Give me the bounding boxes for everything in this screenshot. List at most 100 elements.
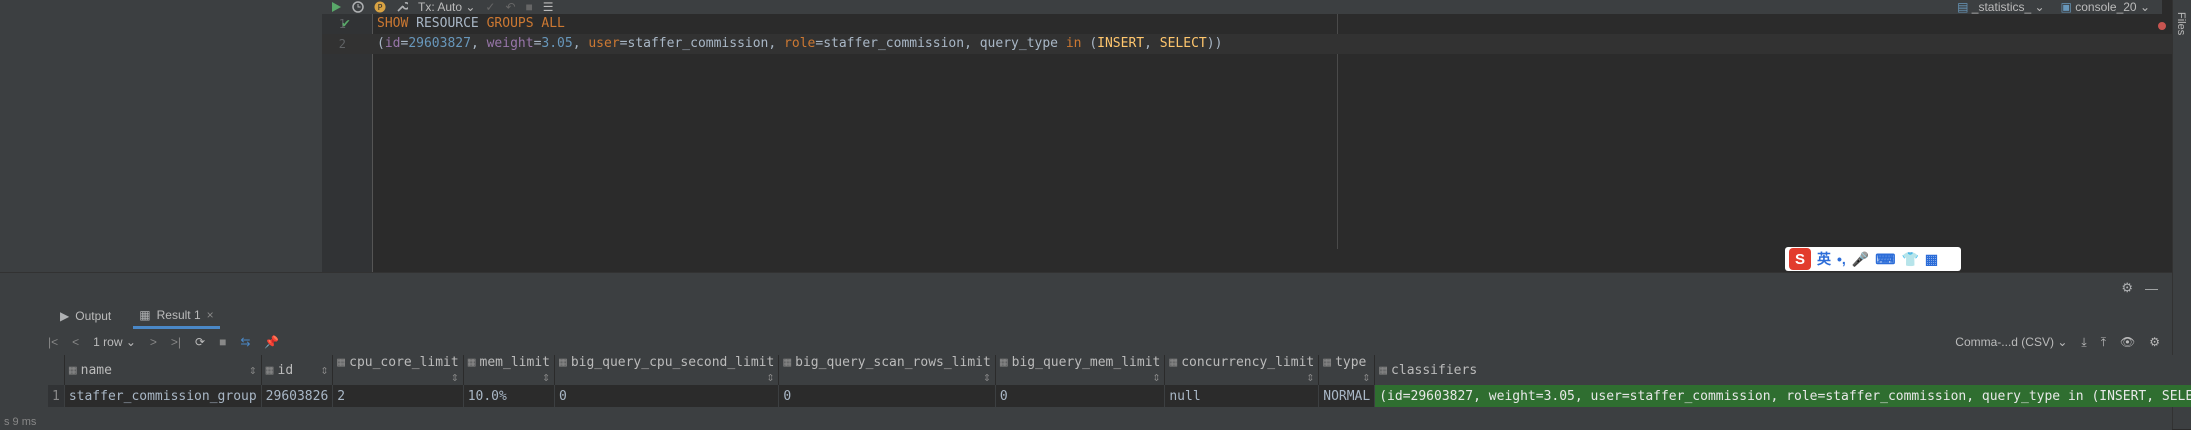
sql-editor[interactable]: 1 ✔ SHOW RESOURCE GROUPS ALL 2 (id=29603… [322, 14, 2172, 272]
eye-icon[interactable]: 👁 [2120, 335, 2135, 349]
column-header[interactable]: ▦ big_query_scan_rows_limit ⇕ [778, 355, 996, 385]
console-selector-label: console_20 [2075, 0, 2137, 14]
tx-mode-dropdown[interactable]: Tx: Auto ⌄ [418, 0, 475, 14]
punctuation-icon[interactable]: •, [1837, 251, 1846, 267]
services-panel-header: ⚙ — [0, 273, 2172, 303]
plan-button[interactable]: P [374, 1, 386, 13]
close-icon[interactable]: × [207, 308, 214, 322]
column-header[interactable]: ▦ big_query_mem_limit ⇕ [995, 355, 1166, 385]
services-panel: ⚙ — ▶ Output ▦ Result 1 × |< < 1 row ⌄ >… [0, 272, 2191, 430]
editor-toolbar: P Tx: Auto ⌄ ✓ ↶ ■ ☰ ▤ _statistics_ ⌄ ▣ … [322, 0, 2162, 14]
gear-icon[interactable]: ⚙ [2149, 335, 2160, 349]
first-page-icon[interactable]: |< [48, 335, 58, 349]
rollback-button[interactable]: ↶ [505, 0, 515, 14]
tx-mode-label: Tx: Auto [418, 0, 463, 14]
column-icon: ▦ [1323, 355, 1332, 370]
checkmark-icon: ✓ [485, 0, 496, 14]
stop-button[interactable]: ■ [526, 0, 533, 14]
tab-result-1-label: Result 1 [156, 307, 201, 322]
column-header[interactable]: ▦ classifiers [1374, 355, 2191, 385]
last-page-icon[interactable]: >| [171, 335, 181, 349]
column-icon: ▦ [1169, 355, 1178, 370]
export-format-selector[interactable]: Comma-...d (CSV) ⌄ [1955, 335, 2067, 349]
sort-icon: ⇕ [1306, 370, 1315, 385]
column-icon: ▦ [467, 355, 476, 370]
table-cell[interactable]: 2 [332, 385, 464, 407]
clock-icon [352, 1, 364, 13]
code-line-1[interactable]: 1 ✔ SHOW RESOURCE GROUPS ALL [322, 14, 2172, 34]
run-button[interactable] [330, 1, 342, 13]
column-icon: ▦ [265, 362, 274, 378]
table-cell[interactable]: 10.0% [463, 385, 555, 407]
refresh-icon[interactable]: ⟳ [195, 335, 205, 349]
stop-icon[interactable]: ■ [219, 335, 226, 349]
play-icon [332, 2, 341, 12]
wrench-icon [397, 2, 408, 12]
keyboard-icon[interactable]: ⌨ [1875, 251, 1895, 268]
column-header[interactable]: ▦ mem_limit ⇕ [463, 355, 555, 385]
p-badge-icon: P [374, 1, 386, 13]
table-layout-icon: ☰ [542, 0, 554, 14]
schema-selector-label: _statistics_ [1971, 0, 2032, 14]
next-page-icon[interactable]: > [150, 335, 157, 349]
upload-icon[interactable]: ⤒ [2101, 335, 2106, 350]
status-text: s 9 ms [4, 416, 37, 428]
code-line-2[interactable]: 2 (id=29603827, weight=3.05, user=staffe… [322, 34, 2172, 54]
table-cell[interactable]: 0 [995, 385, 1166, 407]
svg-text:P: P [378, 3, 383, 12]
sort-icon: ⇕ [248, 362, 257, 378]
tab-result-1[interactable]: ▦ Result 1 × [133, 303, 220, 329]
table-cell[interactable]: 0 [778, 385, 996, 407]
executed-check-icon: ✔ [342, 16, 350, 31]
rows-count-selector[interactable]: 1 row ⌄ [93, 335, 136, 349]
sort-icon: ⇕ [766, 370, 775, 385]
column-header[interactable]: ▦ type ⇕ [1318, 355, 1376, 385]
result-grid[interactable]: ▦ name ⇕ ▦ id ⇕ ▦ cpu_core_limit ⇕ ▦ mem_limit ⇕… [48, 355, 2191, 407]
column-header[interactable]: ▦ name ⇕ [64, 355, 262, 385]
download-icon[interactable]: ⤓ [2081, 335, 2086, 350]
table-cell[interactable]: null [1164, 385, 1320, 407]
gear-icon[interactable]: ⚙ [2121, 280, 2133, 296]
microphone-icon[interactable]: 🎤 [1852, 251, 1869, 268]
minimize-icon[interactable]: — [2145, 281, 2158, 296]
sort-icon: ⇕ [1152, 370, 1161, 385]
files-tool-tab[interactable]: Files [2175, 12, 2187, 35]
column-icon: ▦ [1379, 362, 1388, 378]
transaction-icon[interactable]: ⇆ [240, 335, 250, 349]
history-button[interactable] [352, 1, 364, 13]
column-icon: ▦ [558, 355, 567, 370]
table-cell[interactable]: NORMAL [1318, 385, 1376, 407]
previous-page-icon[interactable]: < [72, 335, 79, 349]
sogou-logo-icon[interactable]: S [1789, 248, 1811, 270]
schema-selector[interactable]: ▤ _statistics_ ⌄ [1957, 0, 2044, 14]
settings-wrench-button[interactable] [396, 1, 408, 13]
tab-output[interactable]: ▶ Output [54, 303, 117, 329]
table-cell[interactable]: 0 [554, 385, 780, 407]
grid-toolbar: |< < 1 row ⌄ > >| ⟳ ■ ⇆ 📌 Comma-...d (CS… [48, 331, 2172, 353]
chevron-down-icon: ⌄ [462, 0, 476, 14]
pin-icon[interactable]: 📌 [264, 335, 279, 349]
column-icon: ▦ [68, 362, 77, 378]
line-number: 2 [338, 37, 346, 51]
column-header[interactable]: ▦ big_query_cpu_second_limit ⇕ [554, 355, 780, 385]
ime-toolbar[interactable]: S 英 •, 🎤 ⌨ 👕 ▦ [1785, 247, 1961, 271]
column-header[interactable]: ▦ concurrency_limit ⇕ [1164, 355, 1320, 385]
tab-output-label: Output [75, 309, 112, 323]
console-selector[interactable]: ▣ console_20 ⌄ [2061, 0, 2150, 14]
layout-button[interactable]: ☰ [543, 0, 554, 14]
column-header[interactable]: ▦ cpu_core_limit ⇕ [332, 355, 464, 385]
skin-icon[interactable]: 👕 [1901, 251, 1918, 268]
table-cell-selected[interactable]: (id=29603827, weight=3.05, user=staffer_… [1374, 385, 2191, 407]
project-pane [0, 0, 323, 272]
table-row[interactable]: 1 staffer_commission_group 29603826 2 10… [48, 385, 2191, 407]
table-cell[interactable]: staffer_commission_group [64, 385, 262, 407]
table-cell[interactable]: 29603826 [261, 385, 334, 407]
stop-icon: ■ [525, 0, 533, 14]
row-number: 1 [48, 385, 65, 407]
apps-grid-icon[interactable]: ▦ [1925, 251, 1938, 268]
database-icon: ▤ [1957, 0, 1972, 14]
ime-language-toggle[interactable]: 英 [1817, 249, 1831, 269]
undo-icon: ↶ [505, 0, 516, 14]
column-header[interactable]: ▦ id ⇕ [261, 355, 334, 385]
commit-button[interactable]: ✓ [485, 0, 495, 14]
